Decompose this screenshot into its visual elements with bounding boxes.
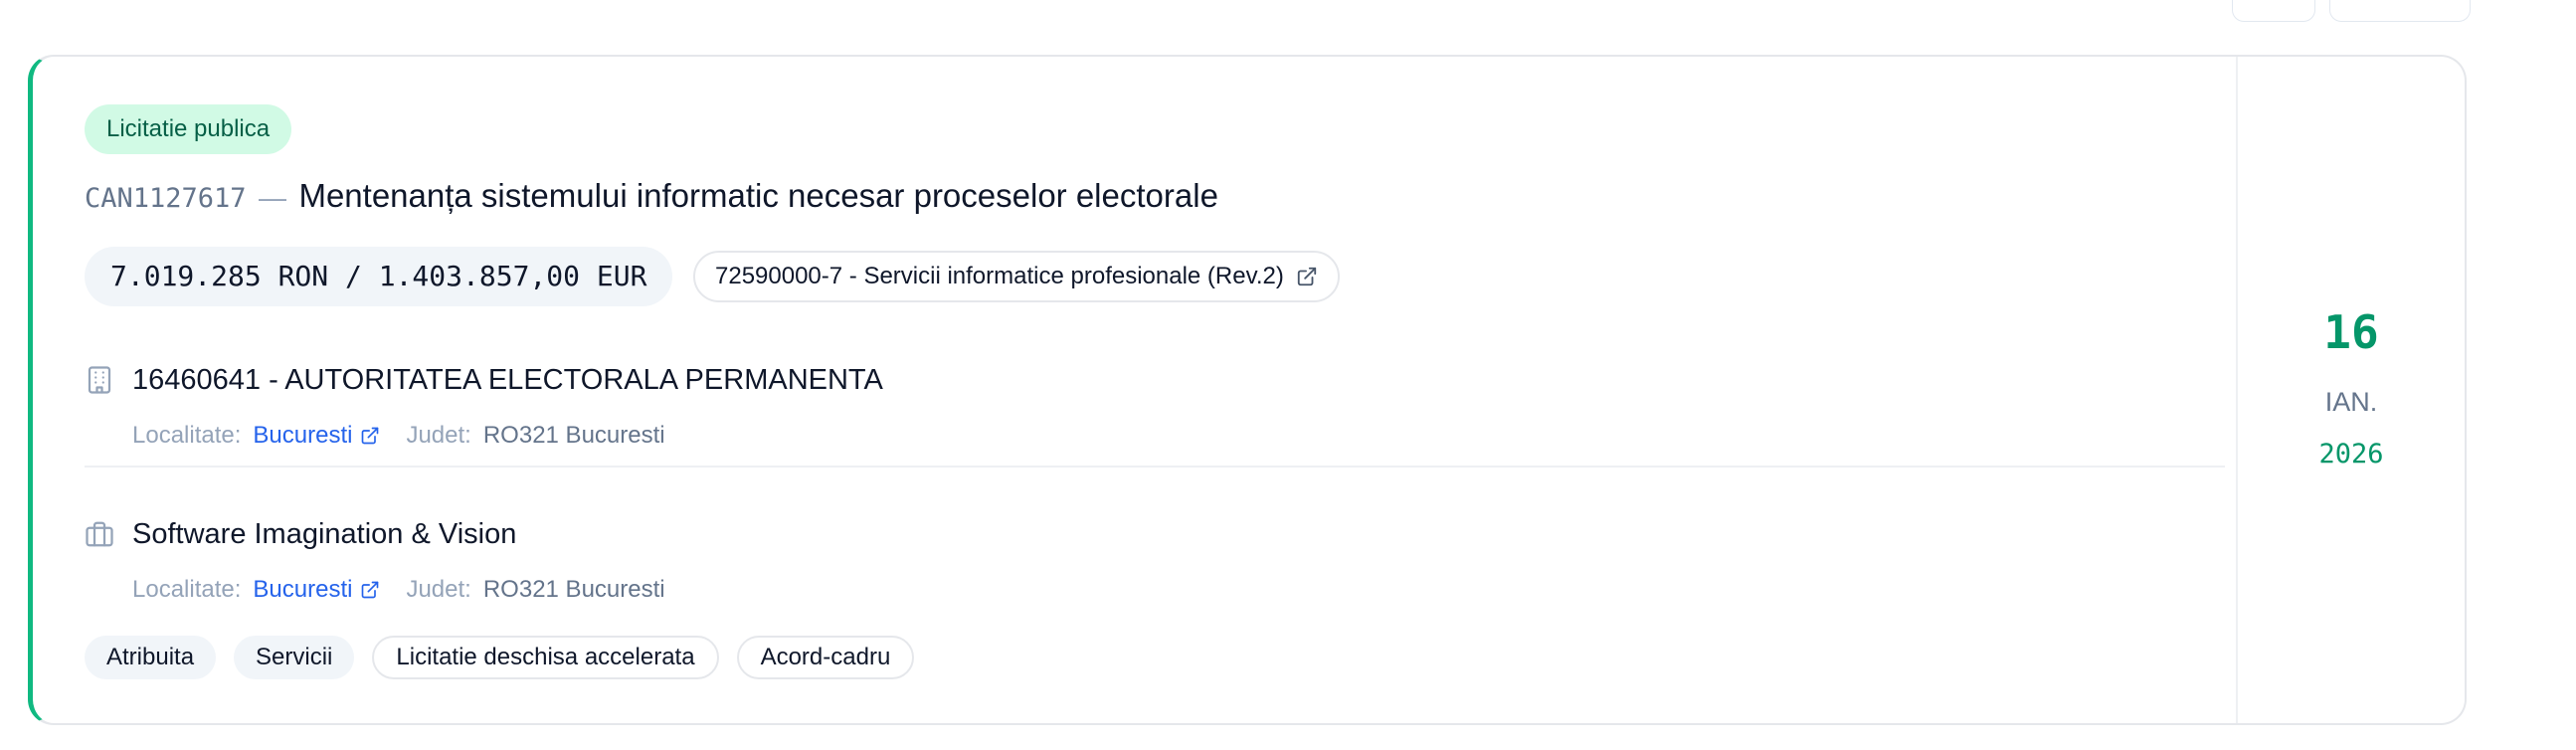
authority-name[interactable]: 16460641 - AUTORITATEA ELECTORALA PERMAN… <box>132 364 883 397</box>
announcement-code: CAN1127617 <box>85 183 247 214</box>
supplier: Software Imagination & Vision Localitate… <box>85 509 2225 607</box>
locality-label: Localitate: <box>132 422 242 449</box>
supplier-meta: Localitate: Bucuresti Judet: RO321 Bucur… <box>132 573 2225 607</box>
date-day: 16 <box>2323 305 2379 359</box>
announcement-title[interactable]: Mentenanța sistemului informatic necesar… <box>298 177 1217 214</box>
locality-label: Localitate: <box>132 576 242 603</box>
building-icon <box>85 365 114 395</box>
authority-locality-link[interactable]: Bucuresti <box>253 422 352 450</box>
toolbar-button-partial[interactable] <box>2232 0 2315 22</box>
tag-contract-type: Servicii <box>234 636 355 679</box>
announcement-card[interactable]: Licitatie publica CAN1127617 — Mentenanț… <box>28 55 2467 725</box>
county-label: Judet: <box>406 576 471 603</box>
title-separator: — <box>259 182 287 213</box>
external-link-icon[interactable] <box>360 580 380 600</box>
supplier-locality-link[interactable]: Bucuresti <box>253 576 352 604</box>
section-divider <box>85 466 2225 468</box>
supplier-county: RO321 Bucuresti <box>482 576 665 603</box>
authority-meta: Localitate: Bucuresti Judet: RO321 Bucur… <box>132 419 2225 453</box>
tag-list: Atribuita Servicii Licitatie deschisa ac… <box>85 636 915 679</box>
date-column: 16 IAN. 2026 <box>2236 57 2465 723</box>
briefcase-icon <box>85 519 114 549</box>
title-row: CAN1127617 — Mentenanța sistemului infor… <box>85 176 1218 223</box>
tag-status: Atribuita <box>85 636 217 679</box>
date-year: 2026 <box>2318 439 2384 469</box>
county-label: Judet: <box>406 422 471 449</box>
cpv-code-link[interactable]: 72590000-7 - Servicii informatice profes… <box>693 251 1340 302</box>
authority-county: RO321 Bucuresti <box>482 422 665 449</box>
card-main: Licitatie publica CAN1127617 — Mentenanț… <box>85 57 2225 723</box>
tag-procedure: Licitatie deschisa accelerata <box>372 636 719 679</box>
supplier-name[interactable]: Software Imagination & Vision <box>132 518 516 551</box>
contracting-authority: 16460641 - AUTORITATEA ELECTORALA PERMAN… <box>85 355 2225 453</box>
tag-framework: Acord-cadru <box>736 636 915 679</box>
external-link-icon[interactable] <box>360 426 380 446</box>
procedure-type-badge: Licitatie publica <box>85 104 292 154</box>
contract-value: 7.019.285 RON / 1.403.857,00 EUR <box>85 247 673 306</box>
external-link-icon <box>1296 266 1318 287</box>
date-month: IAN. <box>2324 387 2378 417</box>
toolbar-button-partial-wide[interactable] <box>2329 0 2471 22</box>
cpv-code-label: 72590000-7 - Servicii informatice profes… <box>715 263 1284 289</box>
